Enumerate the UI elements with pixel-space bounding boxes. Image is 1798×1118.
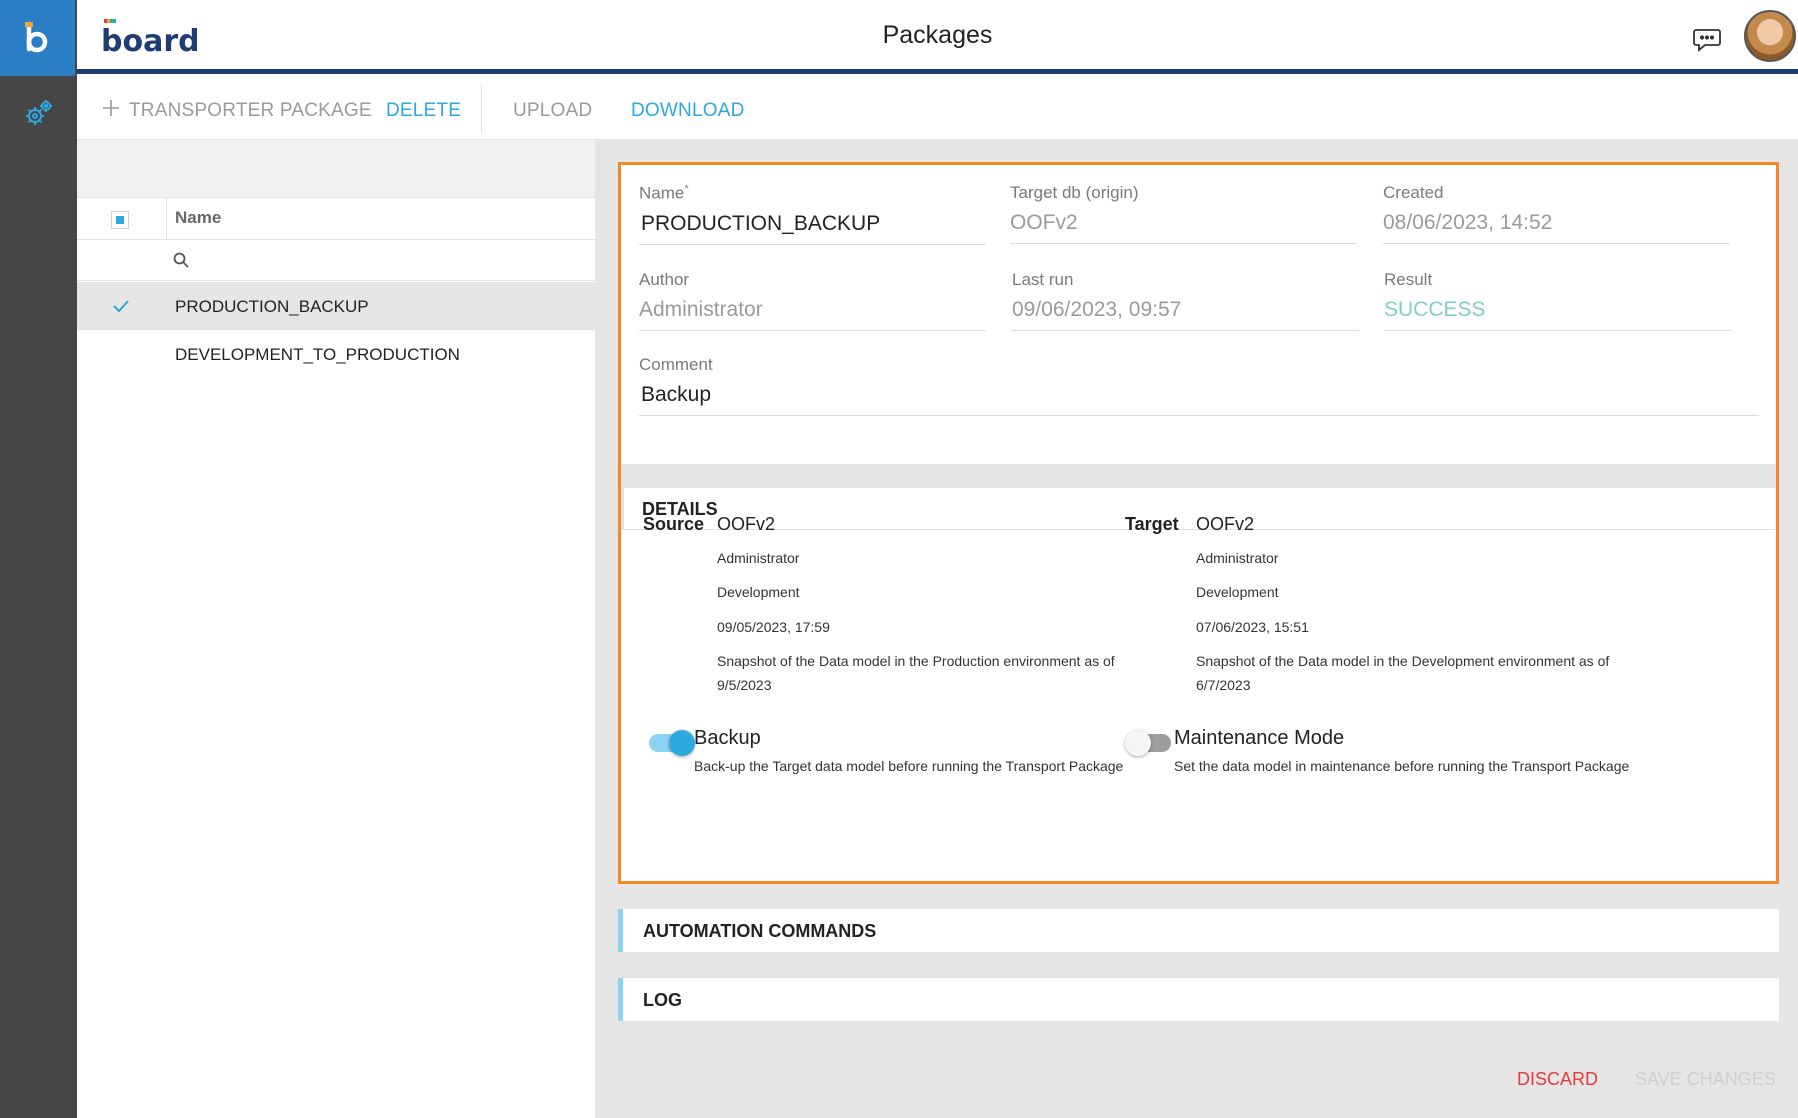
last-run-label: Last run: [1012, 270, 1074, 289]
target-timestamp: 07/06/2023, 15:51: [1196, 619, 1309, 635]
source-user: Administrator: [717, 550, 800, 566]
board-logo-icon[interactable]: [0, 0, 75, 76]
comment-label: Comment: [639, 355, 713, 374]
created-label: Created: [1383, 183, 1444, 202]
plus-icon: [101, 98, 121, 124]
backup-description: Back-up the Target data model before run…: [694, 758, 1124, 774]
result-value: SUCCESS: [1384, 298, 1731, 331]
target-db-label: Target db (origin): [1010, 183, 1139, 202]
maintenance-mode-label: Maintenance Mode: [1174, 727, 1345, 749]
comment-field[interactable]: Comment Backup: [639, 355, 1759, 416]
search-row: [77, 240, 595, 281]
source-description-line2: 9/5/2023: [717, 677, 772, 693]
chat-icon[interactable]: [1691, 22, 1723, 54]
target-label: Target: [1125, 514, 1179, 534]
automation-commands-title: AUTOMATION COMMANDS: [643, 921, 877, 941]
save-changes-button[interactable]: SAVE CHANGES: [1635, 1069, 1776, 1090]
discard-button[interactable]: DISCARD: [1517, 1069, 1598, 1090]
list-item[interactable]: DEVELOPMENT_TO_PRODUCTION: [77, 330, 595, 378]
search-input[interactable]: [197, 246, 577, 274]
package-list-panel: Name PRODUCTION_BACKUP DEVELOPMENT_TO_PR…: [77, 140, 595, 1118]
toolbar: TRANSPORTER PACKAGE DELETE UPLOAD DOWNLO…: [77, 79, 1798, 140]
search-icon: [172, 251, 190, 269]
last-run-value: 09/06/2023, 09:57: [1012, 298, 1359, 331]
target-db-field: Target db (origin) OOFv2: [1010, 183, 1357, 244]
target-db-value: OOFv2: [1010, 211, 1357, 244]
name-field[interactable]: Name* PRODUCTION_BACKUP: [639, 183, 986, 245]
section-separator: [621, 464, 1776, 488]
log-section[interactable]: LOG: [618, 978, 1779, 1021]
created-value: 08/06/2023, 14:52: [1383, 211, 1730, 244]
list-item[interactable]: PRODUCTION_BACKUP: [77, 282, 595, 330]
list-item-label: PRODUCTION_BACKUP: [175, 297, 369, 316]
left-rail: [0, 0, 77, 1118]
target-description-line1: Snapshot of the Data model in the Develo…: [1196, 653, 1610, 669]
list-header: Name: [77, 198, 595, 240]
header-divider: [166, 198, 167, 240]
page-title: Packages: [882, 21, 993, 49]
source-label: Source: [643, 514, 705, 534]
select-all-checkbox[interactable]: [111, 211, 129, 229]
last-run-field: Last run 09/06/2023, 09:57: [1012, 270, 1359, 331]
download-button[interactable]: DOWNLOAD: [631, 100, 745, 122]
backup-label: Backup: [694, 727, 761, 749]
comment-value[interactable]: Backup: [639, 383, 1759, 416]
list-item-label: DEVELOPMENT_TO_PRODUCTION: [175, 345, 460, 364]
delete-button[interactable]: DELETE: [386, 100, 461, 122]
new-transporter-package-button[interactable]: TRANSPORTER PACKAGE: [101, 98, 372, 124]
package-detail-area: Name* PRODUCTION_BACKUP Target db (origi…: [595, 140, 1798, 1118]
target-description-line2: 6/7/2023: [1196, 677, 1251, 693]
automation-commands-section[interactable]: AUTOMATION COMMANDS: [618, 909, 1779, 952]
required-marker: *: [684, 183, 689, 195]
target-db: OOFv2: [1196, 514, 1255, 534]
log-title: LOG: [643, 990, 682, 1010]
source-timestamp: 09/05/2023, 17:59: [717, 619, 830, 635]
author-label: Author: [639, 270, 690, 289]
name-label: Name: [639, 183, 685, 203]
maintenance-mode-description: Set the data model in maintenance before…: [1174, 758, 1630, 774]
target-environment: Development: [1196, 584, 1279, 600]
avatar[interactable]: [1744, 10, 1796, 62]
source-db: OOFv2: [717, 514, 776, 534]
app-header: board Packages: [77, 0, 1798, 74]
created-field: Created 08/06/2023, 14:52: [1383, 183, 1730, 244]
transporter-package-label: TRANSPORTER PACKAGE: [129, 100, 372, 121]
maintenance-mode-toggle[interactable]: [1125, 730, 1171, 756]
source-environment: Development: [717, 584, 800, 600]
backup-toggle[interactable]: [649, 730, 695, 756]
upload-button[interactable]: UPLOAD: [513, 100, 592, 122]
author-field: Author Administrator: [639, 270, 986, 331]
column-header-name[interactable]: Name: [175, 208, 221, 228]
source-description-line1: Snapshot of the Data model in the Produc…: [717, 653, 1115, 669]
name-value[interactable]: PRODUCTION_BACKUP: [639, 212, 986, 245]
package-properties-card: Name* PRODUCTION_BACKUP Target db (origi…: [618, 162, 1779, 884]
settings-gears-icon[interactable]: [22, 96, 56, 130]
author-value: Administrator: [639, 298, 986, 331]
check-icon[interactable]: [112, 298, 130, 314]
result-label: Result: [1384, 270, 1433, 289]
target-user: Administrator: [1196, 550, 1279, 566]
result-field: Result SUCCESS: [1384, 270, 1731, 331]
toolbar-divider: [481, 85, 482, 133]
list-top-band: [77, 140, 595, 198]
